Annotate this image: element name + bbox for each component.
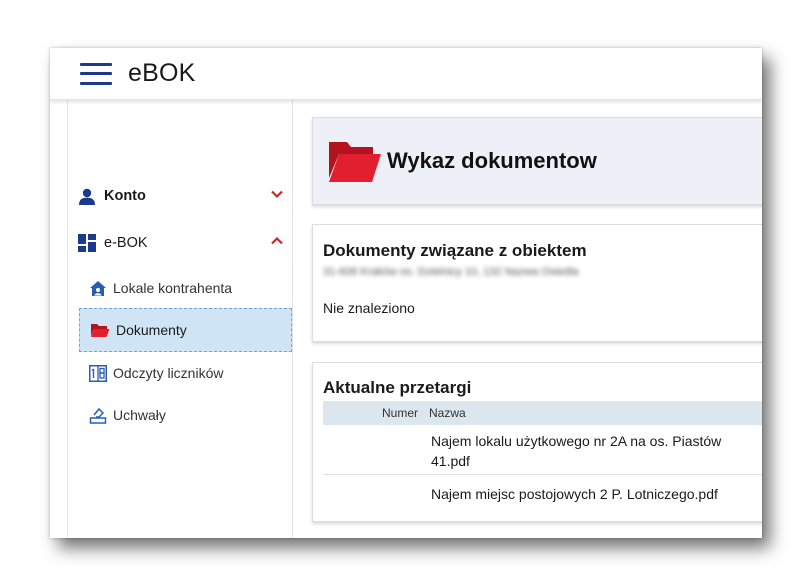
home-icon	[90, 280, 106, 296]
table-header: Numer Nazwa	[323, 401, 762, 425]
page-title: Wykaz dokumentow	[387, 148, 597, 173]
app-window: eBOK Konto e-BOK Lokale kontrahenta Doku…	[50, 48, 762, 538]
tenders-card: Aktualne przetargi Numer Nazwa Najem lok…	[312, 362, 762, 522]
app-title: eBOK	[128, 59, 196, 87]
user-icon	[79, 188, 95, 205]
chevron-up-icon[interactable]	[270, 234, 284, 248]
sidebar-rail	[67, 100, 68, 538]
dashboard-icon	[78, 234, 96, 252]
object-address: 31-608 Kraków os. Dzielnicy 10, 132 Nazw…	[323, 266, 579, 278]
hamburger-icon[interactable]	[80, 62, 112, 85]
table-row[interactable]: Najem lokalu użytkowego nr 2A na os. Pia…	[323, 425, 762, 475]
sidebar-group-konto[interactable]: Konto	[78, 184, 290, 208]
folder-open-icon	[91, 324, 110, 337]
documents-card: Dokumenty związane z obiektem 31-608 Kra…	[312, 224, 762, 342]
sidebar: Konto e-BOK Lokale kontrahenta Dokumenty…	[50, 100, 293, 538]
counter-icon	[89, 364, 107, 382]
tenders-title: Aktualne przetargi	[323, 378, 472, 397]
sidebar-item-label: Dokumenty	[116, 322, 187, 338]
tender-file-link[interactable]: Najem lokalu użytkowego nr 2A na os. Pia…	[431, 431, 762, 471]
sidebar-group-ebok[interactable]: e-BOK	[78, 231, 290, 255]
sidebar-item-label: Uchwały	[113, 407, 166, 423]
sidebar-item-uchwaly[interactable]: Uchwały	[79, 393, 292, 437]
sidebar-item-odczyty[interactable]: Odczyty liczników	[79, 351, 292, 395]
main-content: Wykaz dokumentow Dokumenty związane z ob…	[294, 100, 762, 538]
page-header-card: Wykaz dokumentow	[312, 117, 762, 205]
sidebar-group-label: e-BOK	[104, 235, 148, 251]
chevron-down-icon[interactable]	[270, 187, 284, 201]
sidebar-item-lokale[interactable]: Lokale kontrahenta	[79, 266, 292, 310]
sidebar-item-dokumenty[interactable]: Dokumenty	[79, 308, 292, 352]
sidebar-group-label: Konto	[104, 188, 146, 204]
top-bar: eBOK	[50, 48, 762, 100]
documents-title: Dokumenty związane z obiektem	[323, 241, 587, 260]
empty-message: Nie znaleziono	[323, 300, 415, 316]
vote-icon	[89, 407, 107, 424]
column-header-number[interactable]: Numer	[382, 406, 418, 420]
tender-file-link[interactable]: Najem miejsc postojowych 2 P. Lotniczego…	[431, 484, 762, 504]
table-row[interactable]: Najem miejsc postojowych 2 P. Lotniczego…	[323, 475, 762, 513]
sidebar-item-label: Lokale kontrahenta	[113, 280, 233, 296]
sidebar-item-label: Odczyty liczników	[113, 365, 224, 381]
folder-open-icon	[329, 142, 381, 182]
column-header-name[interactable]: Nazwa	[429, 406, 466, 420]
